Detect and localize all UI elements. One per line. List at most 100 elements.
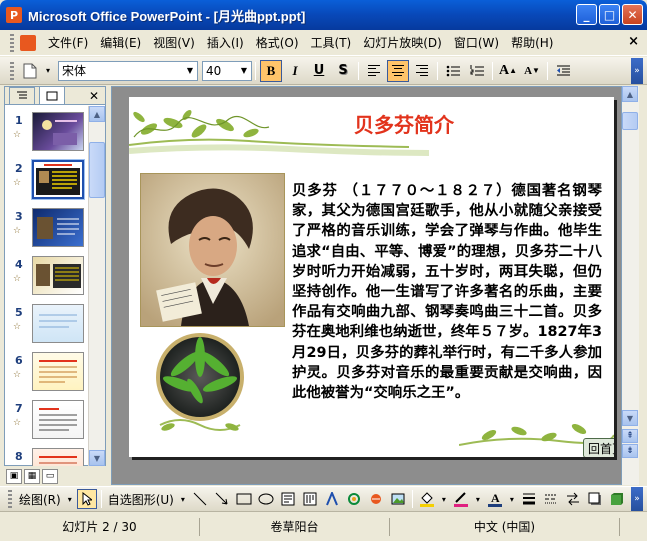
slides-pane-scrollbar[interactable]: ▲ ▼	[88, 106, 105, 466]
normal-view-icon[interactable]: ▣	[6, 468, 22, 484]
decrease-indent-icon[interactable]	[552, 60, 574, 82]
font-size-combo[interactable]: 40 ▼	[202, 60, 252, 81]
menu-insert[interactable]: 插入(I)	[201, 33, 250, 53]
menu-slideshow[interactable]: 幻灯片放映(D)	[357, 33, 448, 53]
animation-star-icon[interactable]: ☆	[13, 178, 21, 188]
slide-thumbnail-4[interactable]: 4 ☆	[5, 254, 89, 302]
chevron-down-icon[interactable]: ▾	[178, 489, 188, 509]
scroll-thumb[interactable]	[622, 112, 638, 130]
bullets-icon[interactable]	[442, 60, 464, 82]
align-center-icon[interactable]	[387, 59, 409, 82]
line-style-icon[interactable]	[519, 489, 539, 509]
animation-star-icon[interactable]: ☆	[13, 226, 21, 236]
menu-help[interactable]: 帮助(H)	[505, 33, 559, 53]
slide-editing-area[interactable]: 贝多芬简介 贝多芬 （１７７０～１８２７）德国著名钢琴家，其父为德国宫廷歌手，他…	[111, 86, 622, 485]
slide-thumbnail-6[interactable]: 6 ☆	[5, 350, 89, 398]
arrow-style-icon[interactable]	[563, 489, 583, 509]
animation-star-icon[interactable]: ☆	[13, 322, 21, 332]
tab-outline[interactable]	[9, 87, 35, 104]
menu-file[interactable]: 文件(F)	[42, 33, 94, 53]
scroll-down-icon[interactable]: ▼	[89, 450, 105, 466]
menu-edit[interactable]: 编辑(E)	[94, 33, 147, 53]
slide-thumbnail-7[interactable]: 7 ☆	[5, 398, 89, 446]
rectangle-icon[interactable]	[234, 489, 254, 509]
previous-slide-icon[interactable]: ⇞	[622, 429, 638, 443]
numbering-icon[interactable]	[466, 60, 488, 82]
line-color-icon[interactable]	[451, 489, 471, 509]
minimize-button[interactable]: _	[576, 4, 597, 25]
current-slide[interactable]: 贝多芬简介 贝多芬 （１７７０～１８２７）德国著名钢琴家，其父为德国宫廷歌手，他…	[129, 97, 614, 457]
scroll-down-icon[interactable]: ▼	[622, 410, 638, 426]
thumbnail-preview[interactable]	[32, 448, 84, 466]
slide-area-scrollbar[interactable]: ▲ ⇞ ⇟ ▼	[622, 86, 639, 485]
shadow-button[interactable]: S	[332, 60, 354, 82]
wordart-icon[interactable]	[322, 489, 342, 509]
underline-button[interactable]: U	[308, 60, 330, 82]
shadow-style-icon[interactable]	[585, 489, 605, 509]
diagram-icon[interactable]	[344, 489, 364, 509]
oval-icon[interactable]	[256, 489, 276, 509]
menu-view[interactable]: 视图(V)	[147, 33, 201, 53]
menubar-grip[interactable]	[10, 33, 14, 52]
powerpoint-app-icon[interactable]: P	[6, 7, 22, 23]
align-right-icon[interactable]	[411, 60, 433, 82]
scroll-thumb[interactable]	[89, 142, 105, 198]
menu-window[interactable]: 窗口(W)	[448, 33, 505, 53]
animation-star-icon[interactable]: ☆	[13, 274, 21, 284]
slide-sorter-view-icon[interactable]: ▦	[24, 468, 40, 484]
toolbar-options-icon[interactable]: »	[631, 57, 643, 84]
chevron-down-icon[interactable]: ▼	[237, 62, 251, 80]
chevron-down-icon[interactable]: ▾	[65, 489, 75, 509]
3d-style-icon[interactable]	[607, 489, 627, 509]
chevron-down-icon[interactable]: ▾	[473, 489, 483, 509]
close-document-icon[interactable]: ×	[628, 34, 639, 49]
insert-picture-icon[interactable]	[388, 489, 408, 509]
animation-star-icon[interactable]: ☆	[13, 130, 21, 140]
slide-thumbnail-3[interactable]: 3 ☆	[5, 206, 89, 254]
grow-font-button[interactable]: A ▲	[497, 60, 519, 82]
thumbnail-preview[interactable]	[32, 112, 84, 151]
vertical-text-box-icon[interactable]	[300, 489, 320, 509]
thumbnail-preview[interactable]	[32, 400, 84, 439]
line-icon[interactable]	[190, 489, 210, 509]
document-icon[interactable]	[20, 34, 36, 51]
menu-tools[interactable]: 工具(T)	[305, 33, 358, 53]
beethoven-portrait-image[interactable]	[140, 173, 285, 327]
toolbar-grip[interactable]	[10, 61, 14, 80]
thumbnail-preview[interactable]	[32, 304, 84, 343]
scroll-up-icon[interactable]: ▲	[622, 86, 638, 102]
chevron-down-icon[interactable]: ▼	[183, 62, 197, 80]
close-window-button[interactable]: ✕	[622, 4, 643, 25]
toolbar-grip[interactable]	[8, 490, 12, 508]
close-pane-icon[interactable]: ✕	[89, 89, 99, 103]
maximize-button[interactable]: □	[599, 4, 620, 25]
text-box-icon[interactable]	[278, 489, 298, 509]
plant-decoration-image[interactable]	[150, 329, 250, 437]
next-slide-icon[interactable]: ⇟	[622, 444, 638, 458]
animation-star-icon[interactable]: ☆	[13, 370, 21, 380]
autoshapes-menu-button[interactable]: 自选图形(U)	[105, 491, 177, 508]
shrink-font-button[interactable]: A ▼	[521, 60, 543, 82]
slide-body-text[interactable]: 贝多芬 （１７７０～１８２７）德国著名钢琴家，其父为德国宫廷歌手，他从小就随父亲…	[292, 181, 602, 403]
thumbnail-preview[interactable]	[32, 208, 84, 247]
slide-thumbnail-1[interactable]: 1 ☆	[5, 110, 89, 158]
slide-thumbnail-8[interactable]: 8☆	[5, 446, 89, 466]
thumbnail-preview[interactable]	[32, 256, 84, 295]
dash-style-icon[interactable]	[541, 489, 561, 509]
bold-button[interactable]: B	[260, 59, 282, 82]
animation-star-icon[interactable]: ☆	[13, 418, 21, 428]
thumbnail-preview[interactable]	[32, 352, 84, 391]
clip-art-icon[interactable]	[366, 489, 386, 509]
tab-slides[interactable]	[39, 86, 65, 104]
toolbar-options-icon[interactable]: »	[631, 487, 643, 511]
font-name-combo[interactable]: 宋体 ▼	[58, 60, 198, 81]
chevron-down-icon[interactable]: ▾	[439, 489, 449, 509]
arrow-icon[interactable]	[212, 489, 232, 509]
scroll-up-icon[interactable]: ▲	[89, 106, 105, 122]
chevron-down-icon[interactable]: ▾	[507, 489, 517, 509]
slideshow-view-icon[interactable]: ▭	[42, 468, 58, 484]
slide-title[interactable]: 贝多芬简介	[279, 109, 529, 138]
back-to-home-button[interactable]: 回首页	[583, 438, 614, 457]
draw-menu-button[interactable]: 绘图(R)	[16, 491, 64, 508]
new-file-icon[interactable]	[19, 60, 41, 82]
